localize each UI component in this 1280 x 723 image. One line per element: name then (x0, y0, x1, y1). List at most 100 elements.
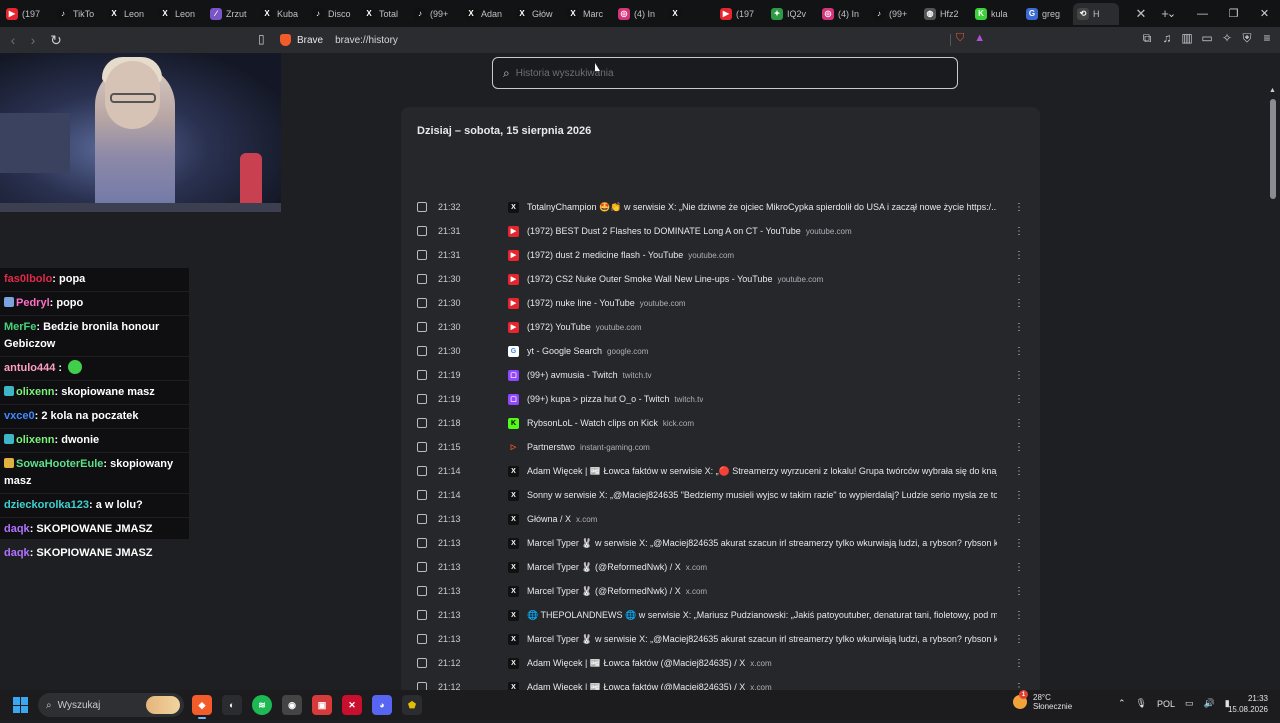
history-row[interactable]: 21:13 X Marcel Typer 🐰 w serwisie X: „@Mac… (401, 627, 1040, 651)
history-row[interactable]: 21:31 ▶ (1972) dust 2 medicine flash - You… (401, 243, 1040, 267)
back-button[interactable]: ‹ (3, 32, 23, 48)
row-checkbox[interactable] (417, 202, 427, 212)
row-checkbox[interactable] (417, 538, 427, 548)
row-link[interactable]: (99+) kupa > pizza hut O_o - Twitch twitc… (527, 394, 703, 404)
row-checkbox[interactable] (417, 346, 427, 356)
url-text[interactable]: brave://history (335, 35, 398, 46)
row-checkbox[interactable] (417, 490, 427, 500)
row-link[interactable]: (1972) BEST Dust 2 Flashes to DOMINATE L… (527, 226, 852, 236)
tab-11[interactable]: X Marc (563, 3, 614, 25)
row-checkbox[interactable] (417, 658, 427, 668)
scrollbar-thumb[interactable] (1270, 99, 1276, 199)
brave-app-icon[interactable]: ◆ (192, 695, 212, 719)
tab-3[interactable]: X Leon (155, 3, 206, 25)
system-clock[interactable]: 21:33 15.08.2026 (1228, 693, 1268, 715)
history-row[interactable]: 21:30 Gyt - Google Search google.com ⋮ (401, 339, 1040, 363)
row-link[interactable]: 🌐 THEPOLANDNEWS 🌐 w serwisie X: „Mariusz… (527, 610, 997, 621)
row-checkbox[interactable] (417, 466, 427, 476)
history-row[interactable]: 21:32 X TotalnyChampion 🤩👏 w serwisie X: „… (401, 195, 1040, 219)
address-bar[interactable]: Brave brave://history (280, 30, 1000, 50)
row-more-icon[interactable]: ⋮ (1014, 634, 1024, 645)
history-row[interactable]: 21:30 ▶ (1972) nuke line - YouTube youtube.… (401, 291, 1040, 315)
tab-2[interactable]: X Leon (104, 3, 155, 25)
language-indicator[interactable]: POL (1157, 699, 1175, 709)
history-row[interactable]: 21:30 ▶ (1972) CS2 Nuke Outer Smoke Wall N… (401, 267, 1040, 291)
row-link[interactable]: (1972) CS2 Nuke Outer Smoke Wall New Lin… (527, 274, 823, 284)
sidebar-icon[interactable]: ▥ (1180, 31, 1194, 46)
tab-20[interactable]: Ggreg (1022, 3, 1073, 25)
bookmark-icon[interactable]: ▯ (258, 32, 265, 46)
row-checkbox[interactable] (417, 562, 427, 572)
forward-button[interactable]: › (23, 32, 43, 48)
row-link[interactable]: (99+) avmusia - Twitch twitch.tv (527, 370, 652, 380)
row-more-icon[interactable]: ⋮ (1014, 322, 1024, 333)
row-link[interactable]: Adam Więcek | 📰 Łowca faktów (@Maciej824… (527, 658, 772, 669)
row-checkbox[interactable] (417, 586, 427, 596)
tab-1[interactable]: ♪ TikTo (53, 3, 104, 25)
tab-21[interactable]: ⟲ H (1073, 2, 1119, 25)
tab-19[interactable]: Kkula (971, 3, 1022, 25)
row-link[interactable]: Adam Więcek | 📰 Łowca faktów w serwisie … (527, 466, 997, 477)
row-checkbox[interactable] (417, 250, 427, 260)
row-more-icon[interactable]: ⋮ (1014, 370, 1024, 381)
history-row[interactable]: 21:13 X 🌐 THEPOLANDNEWS 🌐 w serwisie X: „M… (401, 603, 1040, 627)
spotify-app-icon[interactable]: ≋ (252, 695, 272, 715)
row-checkbox[interactable] (417, 610, 427, 620)
close-window-button[interactable]: ✕ (1249, 7, 1280, 20)
history-row[interactable]: 21:31 ▶ (1972) BEST Dust 2 Flashes to DOMI… (401, 219, 1040, 243)
tab-4[interactable]: ∕ Zrzut (206, 3, 257, 25)
tab-18[interactable]: ◍ Hfz2 (920, 3, 971, 25)
history-row[interactable]: 21:18 K RybsonLoL - Watch clips on Kick kic… (401, 411, 1040, 435)
row-more-icon[interactable]: ⋮ (1014, 226, 1024, 237)
row-link[interactable]: RybsonLoL - Watch clips on Kick kick.com (527, 418, 694, 428)
row-more-icon[interactable]: ⋮ (1014, 538, 1024, 549)
history-row[interactable]: 21:19 ▢ (99+) avmusia - Twitch twitch.tv ⋮ (401, 363, 1040, 387)
row-more-icon[interactable]: ⋮ (1014, 466, 1024, 477)
row-link[interactable]: Marcel Typer 🐰 w serwisie X: „@Maciej824… (527, 538, 997, 549)
row-more-icon[interactable]: ⋮ (1014, 250, 1024, 261)
row-checkbox[interactable] (417, 394, 427, 404)
row-link[interactable]: Partnerstwo instant-gaming.com (527, 442, 650, 452)
row-more-icon[interactable]: ⋮ (1014, 346, 1024, 357)
wallet-icon[interactable]: ▭ (1200, 31, 1214, 46)
row-more-icon[interactable]: ⋮ (1014, 394, 1024, 405)
row-checkbox[interactable] (417, 226, 427, 236)
tab-13[interactable]: X (665, 3, 716, 25)
taskbar-search[interactable]: ⌕ Wyszukaj (38, 693, 184, 717)
row-checkbox[interactable] (417, 322, 427, 332)
tab-7[interactable]: X Total (359, 3, 410, 25)
history-row[interactable]: 21:13 X Marcel Typer 🐰 (@ReformedNwk) / X x… (401, 555, 1040, 579)
row-link[interactable]: Główna / X x.com (527, 514, 597, 524)
minimize-button[interactable]: — (1187, 8, 1218, 20)
row-checkbox[interactable] (417, 274, 427, 284)
history-search-box[interactable]: ⌕ (492, 57, 958, 89)
row-more-icon[interactable]: ⋮ (1014, 514, 1024, 525)
row-link[interactable]: Marcel Typer 🐰 (@ReformedNwk) / X x.com (527, 562, 707, 573)
tab-14[interactable]: ▶ (197 (716, 3, 767, 25)
row-link[interactable]: Marcel Typer 🐰 (@ReformedNwk) / X x.com (527, 586, 707, 597)
rewards-icon[interactable]: ▲ (974, 32, 985, 45)
discord-app-icon[interactable]: ◕ (372, 695, 392, 715)
vpn-icon[interactable]: ⛨ (1240, 31, 1254, 46)
tab-8[interactable]: ♪ (99+ (410, 3, 461, 25)
row-link[interactable]: Marcel Typer 🐰 w serwisie X: „@Maciej824… (527, 634, 997, 645)
row-more-icon[interactable]: ⋮ (1014, 586, 1024, 597)
tab-16[interactable]: ◎ (4) In (818, 3, 869, 25)
history-row[interactable]: 21:12 X Adam Więcek | 📰 Łowca faktów (@Mac… (401, 651, 1040, 675)
start-button[interactable] (13, 697, 29, 713)
page-scrollbar[interactable]: ▲ (1269, 87, 1276, 690)
row-more-icon[interactable]: ⋮ (1014, 202, 1024, 213)
red-app-icon[interactable]: ▣ (312, 695, 332, 715)
extensions-icon[interactable]: ⧉ (1140, 31, 1154, 46)
network-icon[interactable]: ▭ (1185, 698, 1194, 709)
scroll-up-arrow[interactable]: ▲ (1269, 87, 1276, 94)
tab-17[interactable]: ♪ (99+ (869, 3, 920, 25)
history-row[interactable]: 21:15 ▷ Partnerstwo instant-gaming.com ⋮ (401, 435, 1040, 459)
row-link[interactable]: Sonny w serwisie X: „@Maciej824635 "Bedz… (527, 490, 997, 500)
history-row[interactable]: 21:19 ▢ (99+) kupa > pizza hut O_o - Twitc… (401, 387, 1040, 411)
row-checkbox[interactable] (417, 370, 427, 380)
row-more-icon[interactable]: ⋮ (1014, 490, 1024, 501)
row-checkbox[interactable] (417, 514, 427, 524)
history-row[interactable]: 21:13 X Marcel Typer 🐰 w serwisie X: „@Mac… (401, 531, 1040, 555)
row-more-icon[interactable]: ⋮ (1014, 298, 1024, 309)
